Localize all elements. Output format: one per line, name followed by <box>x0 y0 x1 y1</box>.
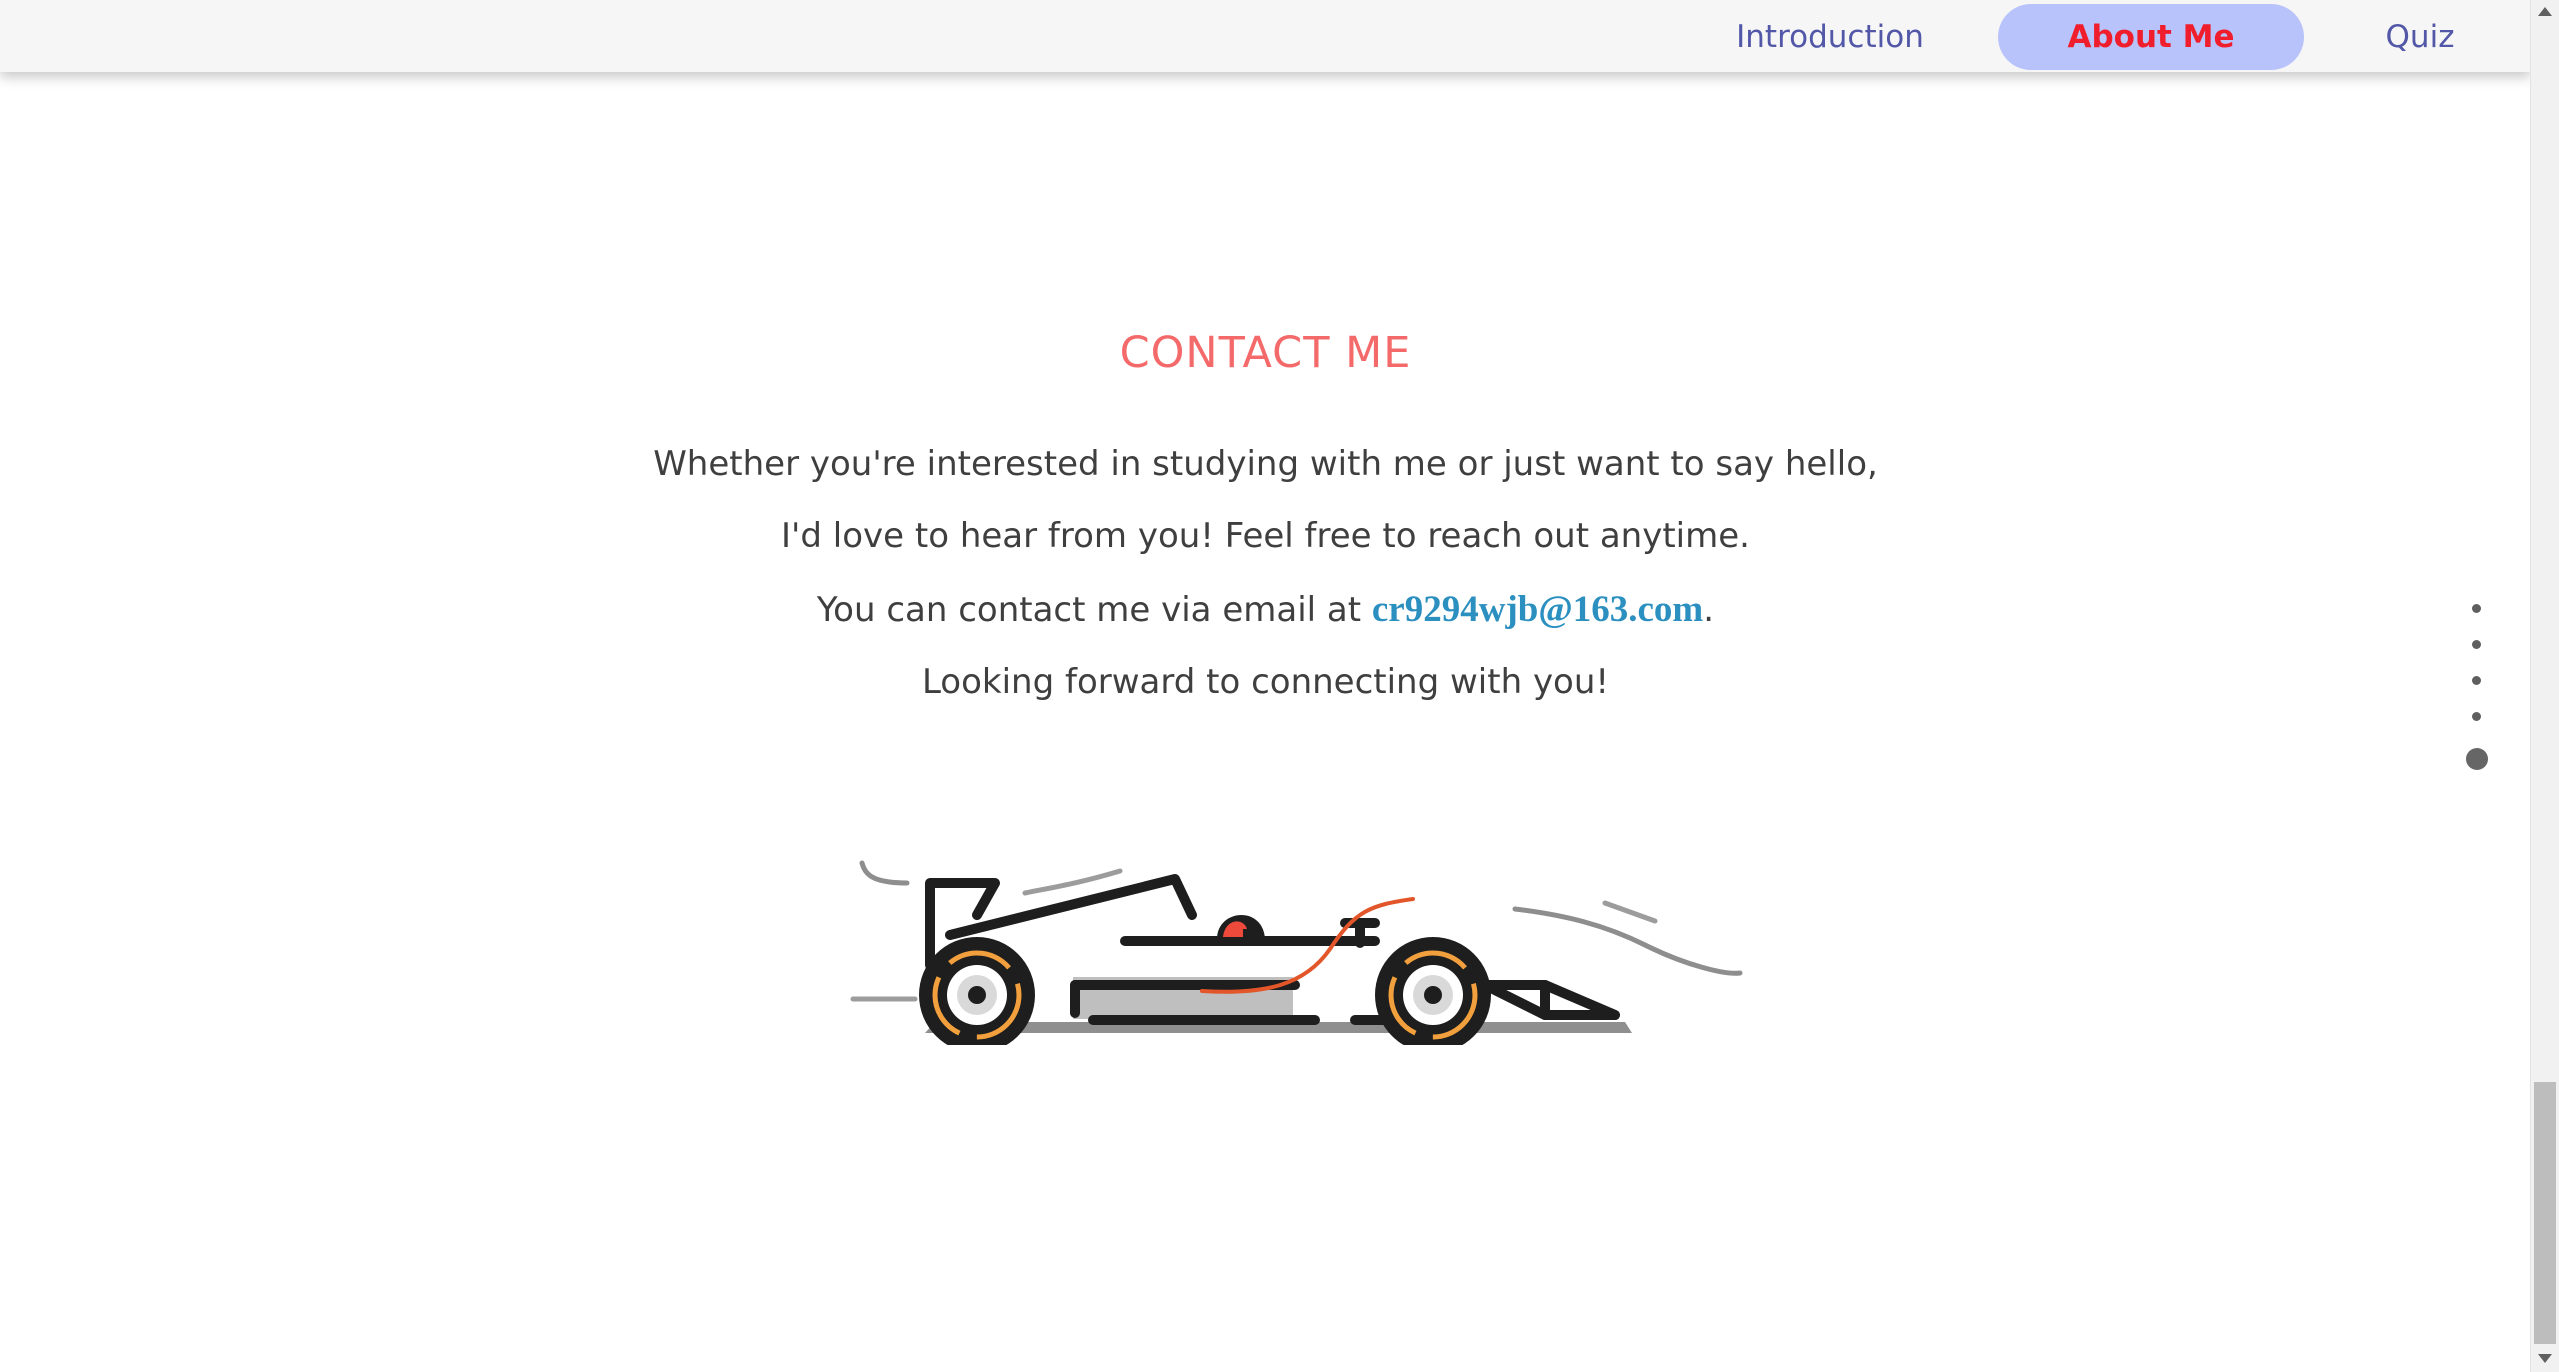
race-car-illustration <box>850 860 1743 1045</box>
scrollbar-thumb[interactable] <box>2534 1082 2556 1344</box>
section-dot-3[interactable] <box>2472 676 2481 685</box>
page: Introduction About Me Quiz CONTACT ME Wh… <box>0 0 2559 1372</box>
scroll-down-arrow-icon[interactable] <box>2538 1354 2552 1363</box>
nav-about-me[interactable]: About Me <box>1998 4 2304 70</box>
contact-line-3-suffix: . <box>1703 590 1715 630</box>
nav-introduction[interactable]: Introduction <box>1730 4 1930 70</box>
contact-line-3-prefix: You can contact me via email at <box>816 590 1372 630</box>
section-dot-4[interactable] <box>2472 712 2481 721</box>
section-dot-navigation <box>2462 604 2492 784</box>
contact-title: CONTACT ME <box>1119 328 1412 378</box>
contact-line-3: You can contact me via email at cr9294wj… <box>0 588 2531 631</box>
email-link[interactable]: cr9294wjb@163.com <box>1372 589 1703 630</box>
section-dot-2[interactable] <box>2472 640 2481 649</box>
top-navigation-bar: Introduction About Me Quiz <box>0 0 2531 72</box>
contact-line-2: I'd love to hear from you! Feel free to … <box>781 516 1750 556</box>
contact-line-1: Whether you're interested in studying wi… <box>653 444 1878 484</box>
vertical-scrollbar[interactable] <box>2530 0 2559 1372</box>
section-dot-1[interactable] <box>2472 604 2481 613</box>
scroll-up-arrow-icon[interactable] <box>2538 7 2552 16</box>
section-dot-5-active[interactable] <box>2466 748 2488 770</box>
contact-line-4: Looking forward to connecting with you! <box>921 662 1610 702</box>
nav-quiz[interactable]: Quiz <box>2370 4 2470 70</box>
